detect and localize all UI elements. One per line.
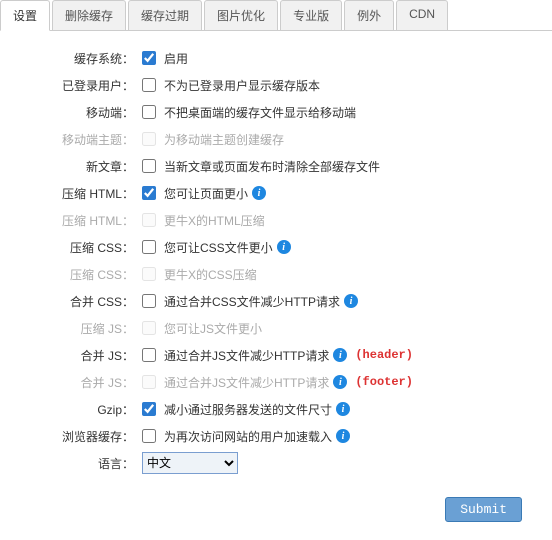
- setting-row: 移动端主题： 为移动端主题创建缓存: [10, 128, 532, 150]
- setting-text: 不把桌面端的缓存文件显示给移动端: [164, 104, 356, 121]
- row-language: 语言： 中文: [10, 452, 532, 474]
- setting-checkbox[interactable]: [142, 240, 156, 254]
- setting-label: Gzip：: [10, 401, 142, 418]
- setting-row: 压缩 CSS： 您可让CSS文件更小 i: [10, 236, 532, 258]
- setting-checkbox[interactable]: [142, 294, 156, 308]
- setting-checkbox[interactable]: [142, 186, 156, 200]
- info-icon[interactable]: i: [277, 240, 291, 254]
- setting-row: 压缩 HTML： 您可让页面更小 i: [10, 182, 532, 204]
- setting-text: 更牛X的CSS压缩: [164, 266, 257, 283]
- setting-text: 更牛X的HTML压缩: [164, 212, 265, 229]
- setting-label: 合并 CSS：: [10, 293, 142, 310]
- tab-6[interactable]: CDN: [396, 0, 448, 31]
- setting-label: 合并 JS：: [10, 374, 142, 391]
- setting-checkbox: [142, 375, 156, 389]
- setting-checkbox[interactable]: [142, 348, 156, 362]
- setting-text: 不为已登录用户显示缓存版本: [164, 77, 320, 94]
- tab-0[interactable]: 设置: [0, 0, 50, 31]
- setting-checkbox: [142, 213, 156, 227]
- setting-text: 启用: [164, 50, 188, 67]
- setting-label: 已登录用户：: [10, 77, 142, 94]
- setting-label: 合并 JS：: [10, 347, 142, 364]
- tab-3[interactable]: 图片优化: [204, 0, 278, 31]
- setting-text: 您可让CSS文件更小: [164, 239, 273, 256]
- setting-label: 移动端：: [10, 104, 142, 121]
- setting-label: 压缩 HTML：: [10, 185, 142, 202]
- setting-text: 通过合并CSS文件减少HTTP请求: [164, 293, 340, 310]
- info-icon[interactable]: i: [336, 402, 350, 416]
- setting-checkbox[interactable]: [142, 51, 156, 65]
- info-icon[interactable]: i: [336, 429, 350, 443]
- tab-2[interactable]: 缓存过期: [128, 0, 202, 31]
- marker-label: (header): [355, 348, 413, 362]
- setting-label: 压缩 CSS：: [10, 266, 142, 283]
- setting-row: 缓存系统： 启用: [10, 47, 532, 69]
- setting-label: 浏览器缓存：: [10, 428, 142, 445]
- setting-row: 移动端： 不把桌面端的缓存文件显示给移动端: [10, 101, 532, 123]
- setting-label: 压缩 JS：: [10, 320, 142, 337]
- setting-text: 当新文章或页面发布时清除全部缓存文件: [164, 158, 380, 175]
- info-icon[interactable]: i: [344, 294, 358, 308]
- setting-checkbox[interactable]: [142, 159, 156, 173]
- setting-row: 合并 CSS： 通过合并CSS文件减少HTTP请求 i: [10, 290, 532, 312]
- setting-label: 移动端主题：: [10, 131, 142, 148]
- setting-text: 为再次访问网站的用户加速载入: [164, 428, 332, 445]
- setting-row: 合并 JS： 通过合并JS文件减少HTTP请求 i (header): [10, 344, 532, 366]
- tab-1[interactable]: 删除缓存: [52, 0, 126, 31]
- setting-label: 压缩 HTML：: [10, 212, 142, 229]
- setting-text: 为移动端主题创建缓存: [164, 131, 284, 148]
- setting-checkbox: [142, 321, 156, 335]
- setting-text: 减小通过服务器发送的文件尺寸: [164, 401, 332, 418]
- setting-row: 压缩 CSS： 更牛X的CSS压缩: [10, 263, 532, 285]
- setting-row: 合并 JS： 通过合并JS文件减少HTTP请求 i (footer): [10, 371, 532, 393]
- setting-checkbox[interactable]: [142, 402, 156, 416]
- setting-checkbox[interactable]: [142, 105, 156, 119]
- setting-text: 通过合并JS文件减少HTTP请求: [164, 347, 329, 364]
- tab-4[interactable]: 专业版: [280, 0, 342, 31]
- setting-label: 压缩 CSS：: [10, 239, 142, 256]
- setting-row: 浏览器缓存： 为再次访问网站的用户加速载入 i: [10, 425, 532, 447]
- setting-label: 新文章：: [10, 158, 142, 175]
- tab-5[interactable]: 例外: [344, 0, 394, 31]
- setting-row: 已登录用户： 不为已登录用户显示缓存版本: [10, 74, 532, 96]
- setting-checkbox: [142, 267, 156, 281]
- setting-row: 新文章： 当新文章或页面发布时清除全部缓存文件: [10, 155, 532, 177]
- setting-text: 通过合并JS文件减少HTTP请求: [164, 374, 329, 391]
- language-label: 语言：: [10, 455, 142, 472]
- setting-checkbox[interactable]: [142, 78, 156, 92]
- setting-text: 您可让JS文件更小: [164, 320, 262, 337]
- setting-row: 压缩 JS： 您可让JS文件更小: [10, 317, 532, 339]
- setting-row: 压缩 HTML： 更牛X的HTML压缩: [10, 209, 532, 231]
- info-icon[interactable]: i: [333, 348, 347, 362]
- info-icon[interactable]: i: [333, 375, 347, 389]
- submit-button[interactable]: Submit: [445, 497, 522, 522]
- setting-label: 缓存系统：: [10, 50, 142, 67]
- setting-checkbox: [142, 132, 156, 146]
- language-select[interactable]: 中文: [142, 452, 238, 474]
- setting-row: Gzip： 减小通过服务器发送的文件尺寸 i: [10, 398, 532, 420]
- setting-checkbox[interactable]: [142, 429, 156, 443]
- setting-text: 您可让页面更小: [164, 185, 248, 202]
- info-icon[interactable]: i: [252, 186, 266, 200]
- marker-label: (footer): [355, 375, 413, 389]
